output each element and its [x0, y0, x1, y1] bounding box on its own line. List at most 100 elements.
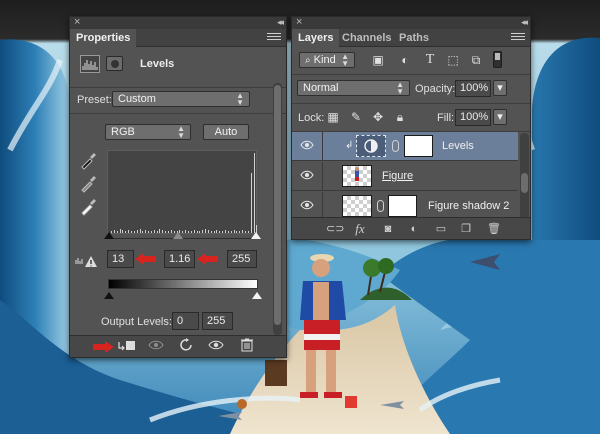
image-filter-icon[interactable]: ▣	[370, 53, 386, 67]
clip-to-layer-button[interactable]	[116, 338, 138, 356]
histogram-bar	[190, 231, 192, 233]
delete-trash-icon[interactable]	[236, 338, 258, 356]
blend-mode-dropdown[interactable]: Normal ▲ ▼	[297, 80, 410, 96]
layer-thumbnail[interactable]	[342, 165, 372, 187]
histogram-bar	[145, 230, 147, 233]
histogram-bar	[162, 230, 164, 233]
black-point-eyedropper-icon[interactable]	[79, 152, 97, 170]
lock-position-icon[interactable]: ✥	[370, 110, 386, 124]
output-black-slider-handle[interactable]	[104, 292, 114, 299]
lock-image-pixels-icon[interactable]: ✎	[348, 110, 364, 124]
divider	[292, 103, 530, 104]
tab-layers[interactable]: Layers	[292, 29, 340, 47]
histogram-bar	[128, 230, 130, 233]
layers-scrollbar[interactable]	[520, 133, 529, 219]
shape-filter-icon[interactable]: ⬚	[445, 53, 461, 67]
reset-icon[interactable]	[176, 338, 198, 356]
add-mask-icon[interactable]: ◙	[380, 222, 396, 236]
new-adjustment-icon[interactable]: ◐	[406, 222, 422, 236]
filter-kind-value: Kind	[313, 54, 336, 66]
histogram-bar	[187, 231, 189, 233]
properties-scrollbar-thumb[interactable]	[274, 85, 281, 325]
input-gamma-field[interactable]: 1.16	[164, 250, 195, 268]
layers-scrollbar-thumb[interactable]	[521, 173, 528, 193]
input-black-field[interactable]: 13	[107, 250, 134, 268]
filter-toggle[interactable]	[493, 51, 502, 68]
type-filter-icon[interactable]: T	[422, 53, 438, 67]
opacity-dropdown-arrow-icon[interactable]: ▾	[493, 80, 507, 96]
fill-dropdown-arrow-icon[interactable]: ▾	[493, 109, 507, 125]
layer-row-figure[interactable]: Figure	[292, 162, 518, 191]
input-black-slider-handle[interactable]	[104, 232, 114, 239]
histogram-bar	[230, 231, 232, 233]
trash-icon[interactable]: 🗑︎	[486, 222, 502, 236]
collapse-icon[interactable]: ◂◂	[521, 15, 528, 29]
output-black-field[interactable]: 0	[172, 312, 199, 330]
layer-name[interactable]: Figure	[382, 170, 413, 182]
link-icon[interactable]	[377, 200, 384, 212]
input-white-field[interactable]: 255	[227, 250, 257, 268]
lock-transparent-pixels-icon[interactable]: ▦	[325, 110, 341, 124]
new-layer-icon[interactable]: ❐	[458, 222, 474, 236]
opacity-field[interactable]: 100%	[455, 80, 491, 97]
histogram-bar	[165, 231, 167, 233]
histogram-bar	[119, 229, 121, 233]
layer-thumbnail[interactable]	[342, 195, 372, 217]
layer-mask-thumbnail[interactable]	[404, 135, 433, 157]
panel-menu-icon[interactable]	[511, 33, 525, 43]
layer-row-levels[interactable]: ↲ Levels	[292, 132, 518, 161]
histogram-bar	[142, 231, 144, 233]
histogram-bar	[130, 231, 132, 233]
view-previous-state-button[interactable]	[146, 338, 168, 356]
histogram-bar	[227, 231, 229, 233]
output-white-slider-handle[interactable]	[252, 292, 262, 299]
preset-value: Custom	[118, 93, 156, 105]
histogram-bar	[159, 229, 161, 233]
visibility-eye-icon[interactable]	[206, 338, 228, 356]
histogram-bar	[150, 231, 152, 233]
fill-field[interactable]: 100%	[455, 109, 491, 126]
histogram-bar	[247, 231, 249, 233]
white-point-eyedropper-icon[interactable]	[79, 198, 97, 216]
input-white-slider-handle[interactable]	[251, 232, 261, 239]
tab-properties[interactable]: Properties	[70, 29, 137, 47]
link-layers-icon[interactable]: ⊂⊃	[326, 222, 344, 236]
histogram-bar	[139, 229, 141, 233]
clipping-warning-icon[interactable]	[75, 254, 97, 268]
panel-menu-icon[interactable]	[267, 33, 281, 43]
lock-all-icon[interactable]: 🔒︎	[392, 110, 408, 124]
gray-point-eyedropper-icon[interactable]	[79, 175, 97, 193]
output-white-field[interactable]: 255	[202, 312, 233, 330]
collapse-icon[interactable]: ◂◂	[277, 15, 284, 29]
layer-mask-icon[interactable]	[106, 56, 123, 71]
tab-paths[interactable]: Paths	[393, 29, 435, 47]
adjustment-filter-icon[interactable]: ◐	[397, 53, 413, 67]
smart-object-filter-icon[interactable]: ⧉	[468, 53, 484, 67]
adjustment-layer-thumbnail[interactable]	[356, 135, 386, 157]
lock-label: Lock:	[298, 112, 325, 124]
new-group-icon[interactable]: ▭	[433, 222, 449, 236]
layer-name[interactable]: Figure shadow 2	[428, 200, 509, 212]
channel-dropdown[interactable]: RGB ▲ ▼	[105, 124, 191, 140]
histogram-bar	[133, 231, 135, 233]
properties-scrollbar[interactable]	[273, 83, 282, 335]
tab-channels[interactable]: Channels	[336, 29, 398, 47]
close-icon[interactable]: ×	[74, 15, 80, 29]
preset-dropdown[interactable]: Custom ▲ ▼	[112, 91, 250, 107]
levels-histogram	[107, 150, 258, 234]
close-icon[interactable]: ×	[296, 15, 302, 29]
auto-button[interactable]: Auto	[203, 124, 249, 140]
fx-icon[interactable]: fx	[352, 222, 368, 236]
filter-kind-dropdown[interactable]: ⌕ Kind ▲ ▼	[299, 52, 355, 68]
histogram-bar	[122, 230, 124, 233]
layer-mask-thumbnail[interactable]	[388, 195, 417, 217]
layer-name[interactable]: Levels	[442, 140, 474, 152]
histogram-bar	[136, 230, 138, 233]
visibility-eye-icon[interactable]	[300, 200, 314, 210]
layers-panel-titlebar: × ◂◂	[292, 15, 530, 29]
visibility-eye-icon[interactable]	[300, 170, 314, 180]
histogram-bar	[153, 230, 155, 233]
visibility-eye-icon[interactable]	[300, 140, 314, 150]
input-gamma-slider-handle[interactable]	[173, 232, 183, 239]
link-icon[interactable]	[392, 140, 399, 152]
